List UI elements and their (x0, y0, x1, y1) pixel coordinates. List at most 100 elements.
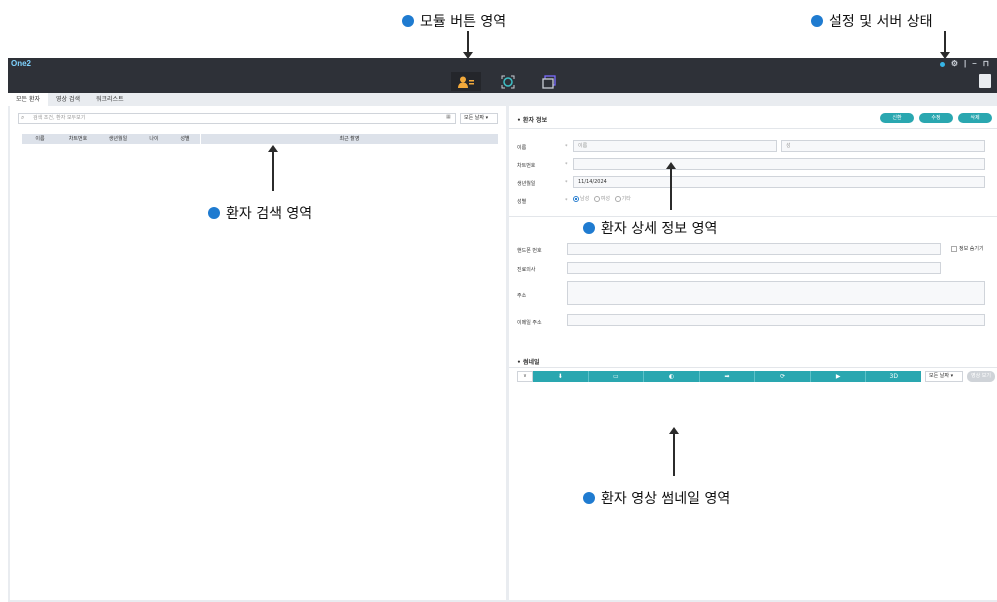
filter-download-icon[interactable]: ⬇ (533, 371, 589, 382)
module-bar (8, 70, 997, 93)
filter-panorama-icon[interactable]: ▭ (589, 371, 645, 382)
tab-bar: 모든 환자 영상 검색 워크리스트 (8, 93, 997, 106)
gender-label: 성별 (517, 199, 527, 205)
search-icon: ⌕ (21, 114, 25, 121)
filter-rotate-icon[interactable]: ⟳ (755, 371, 811, 382)
new-patient-button[interactable]: 신환 (880, 113, 914, 123)
callout-dot (811, 15, 823, 27)
email-field[interactable] (567, 314, 985, 326)
thumbnail-title: • 썸네일 (517, 359, 540, 366)
required-mark: * (565, 198, 568, 204)
tab-worklist[interactable]: 워크리스트 (88, 93, 132, 106)
period-select[interactable]: 모든 날짜 ▾ (460, 113, 498, 124)
first-name-field[interactable]: 이름 (573, 140, 777, 152)
screenshot-stage: 모듈 버튼 영역 설정 및 서버 상태 One2 ⚙ | – ⊓ 모든 환자 영… (0, 0, 997, 602)
filter-video-icon[interactable]: ▶ (811, 371, 867, 382)
email-label: 이메일 주소 (517, 320, 542, 326)
module-gallery-button[interactable] (534, 72, 564, 91)
tab-image-search[interactable]: 영상 검색 (48, 93, 88, 106)
required-mark: * (565, 162, 568, 168)
gender-other-radio[interactable] (614, 195, 621, 202)
hide-info-option[interactable]: 정보 숨기기 (951, 245, 984, 252)
callout-patient-thumbnail-label: 환자 영상 썸네일 영역 (601, 491, 731, 507)
collapse-toggle[interactable]: ∨ (517, 371, 533, 382)
callout-arrow (268, 145, 278, 191)
birth-field[interactable]: 11/14/2024 (573, 176, 985, 188)
name-label: 이름 (517, 145, 527, 151)
callout-dot (583, 492, 595, 504)
server-status-icon[interactable] (939, 61, 945, 67)
filter-ceph-icon[interactable]: ➡ (700, 371, 756, 382)
window-controls: ⚙ | – ⊓ (939, 58, 989, 70)
callout-arrow (669, 427, 679, 476)
edit-patient-button[interactable]: 수정 (919, 113, 953, 123)
patient-icon (458, 76, 474, 88)
logout-icon[interactable] (979, 74, 991, 88)
calendar-icon[interactable]: ▦ (446, 114, 451, 120)
gender-radio-group: 남성 여성 기타 (573, 195, 631, 202)
required-mark: * (565, 180, 568, 186)
filter-tooth-icon[interactable]: ◐ (644, 371, 700, 382)
last-name-field[interactable]: 성 (781, 140, 985, 152)
callout-patient-detail: 환자 상세 정보 영역 (583, 218, 717, 238)
col-birth[interactable]: 생년월일 (98, 134, 138, 144)
doctor-label: 진료의사 (517, 267, 536, 273)
thumbnail-filter-bar: ⬇ ▭ ◐ ➡ ⟳ ▶ 3D (533, 371, 921, 382)
callout-arrow (463, 31, 473, 59)
maximize-icon[interactable]: ⊓ (983, 58, 989, 70)
col-name[interactable]: 이름 (22, 134, 58, 144)
thumbnail-period-select[interactable]: 모든 날짜 ▾ (925, 371, 963, 382)
callout-module-area-label: 모듈 버튼 영역 (420, 14, 507, 30)
callout-patient-thumbnail: 환자 영상 썸네일 영역 (583, 488, 730, 508)
chart-no-field[interactable] (573, 158, 985, 170)
tab-all-patients[interactable]: 모든 환자 (8, 93, 48, 106)
callout-patient-search: 환자 검색 영역 (208, 203, 312, 223)
search-input[interactable]: 검색 조건, 환자 모두보기 (18, 113, 456, 124)
required-mark: * (565, 144, 568, 150)
chart-no-label: 차트번호 (517, 163, 536, 169)
settings-gear-icon[interactable]: ⚙ (951, 58, 958, 70)
title-bar: One2 ⚙ | – ⊓ (8, 58, 997, 70)
separator: | (964, 59, 967, 68)
period-select-label: 모든 날짜 (464, 115, 484, 121)
search-row: 검색 조건, 환자 모두보기 ⌕ ▦ 모든 날짜 ▾ (18, 113, 498, 124)
col-chart-no[interactable]: 차트번호 (58, 134, 98, 144)
module-scan-button[interactable] (493, 72, 523, 91)
gallery-icon (542, 74, 556, 89)
view-image-button[interactable]: 영상 보기 (967, 371, 995, 382)
phone-label: 핸드폰 번호 (517, 248, 542, 254)
divider (509, 216, 997, 217)
phone-field[interactable] (567, 243, 941, 255)
gender-female-label: 여성 (600, 196, 610, 202)
callout-arrow (666, 162, 676, 210)
col-gender[interactable]: 성별 (170, 134, 200, 144)
callout-dot (402, 15, 414, 27)
callout-patient-search-label: 환자 검색 영역 (226, 206, 313, 222)
callout-dot (583, 222, 595, 234)
gender-male-label: 남성 (580, 196, 590, 202)
callout-patient-detail-label: 환자 상세 정보 영역 (601, 221, 718, 237)
col-recent[interactable]: 최근 촬영 (200, 134, 498, 144)
address-field[interactable] (567, 281, 985, 305)
gender-other-label: 기타 (621, 196, 631, 202)
patient-info-title: • 환자 정보 (517, 117, 548, 124)
module-patient-button[interactable] (451, 72, 481, 91)
minimize-icon[interactable]: – (972, 58, 976, 70)
patient-table-header: 이름 차트번호 생년월일 나이 성별 최근 촬영 (22, 134, 498, 144)
scan-icon (501, 75, 515, 88)
delete-patient-button[interactable]: 삭제 (958, 113, 992, 123)
hide-info-label: 정보 숨기기 (959, 246, 984, 252)
callout-settings-server: 설정 및 서버 상태 (811, 11, 933, 31)
app-window: One2 ⚙ | – ⊓ 모든 환자 영상 검색 워크리스트 검색 조건, 환자… (8, 58, 997, 602)
address-label: 주소 (517, 293, 527, 299)
doctor-field[interactable] (567, 262, 941, 274)
filter-3d-icon[interactable]: 3D (866, 371, 921, 382)
hide-info-checkbox[interactable] (951, 245, 957, 252)
gender-male-radio[interactable] (573, 195, 579, 202)
gender-female-radio[interactable] (593, 195, 600, 202)
patient-search-panel: 검색 조건, 환자 모두보기 ⌕ ▦ 모든 날짜 ▾ 이름 차트번호 생년월일 … (10, 106, 506, 600)
col-age[interactable]: 나이 (138, 134, 170, 144)
thumbnail-period-label: 모든 날짜 (929, 373, 949, 379)
callout-module-area: 모듈 버튼 영역 (402, 11, 506, 31)
callout-settings-server-label: 설정 및 서버 상태 (829, 14, 933, 30)
